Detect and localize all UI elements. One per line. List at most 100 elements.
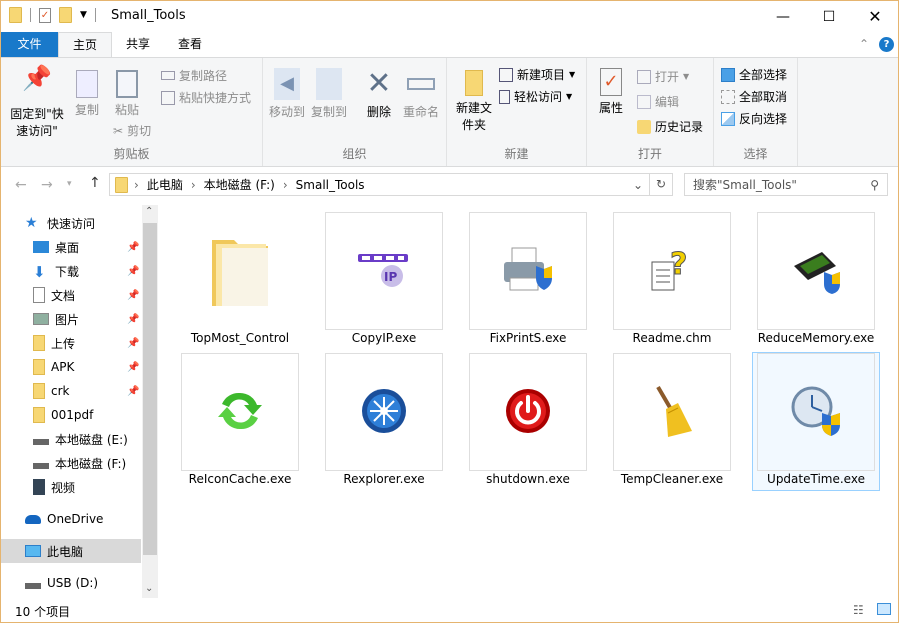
pin-icon[interactable]: 📌	[127, 362, 139, 373]
tab-home[interactable]: 主页	[58, 32, 113, 57]
pin-icon[interactable]: 📌	[127, 386, 139, 397]
divider	[30, 8, 31, 22]
dropdown-icon: ▼	[683, 72, 690, 81]
file-thumbnail[interactable]	[181, 353, 299, 471]
scrollbar-thumb[interactable]	[143, 223, 157, 555]
file-thumbnail[interactable]	[181, 212, 299, 330]
up-button[interactable]: ↑	[89, 175, 101, 191]
back-button[interactable]: ←	[15, 177, 27, 193]
address-bar[interactable]: › 此电脑 › 本地磁盘 (F:) › Small_Tools ⌄	[109, 173, 650, 196]
nav-item[interactable]: 本地磁盘 (E:)	[1, 427, 141, 451]
customize-dropdown-icon[interactable]: ▼	[80, 10, 87, 20]
rename-button[interactable]: 重命名	[399, 68, 443, 121]
new-folder-icon[interactable]	[59, 7, 72, 23]
recent-locations-icon[interactable]: ▾	[67, 179, 72, 189]
nav-item[interactable]: 文档 📌	[1, 283, 141, 307]
nav-item[interactable]: USB (D:)	[1, 571, 141, 595]
nav-item[interactable]: 图片 📌	[1, 307, 141, 331]
pin-quick-access-button[interactable]: 📌 固定到"快速访问"	[7, 64, 67, 140]
tab-share[interactable]: 共享	[112, 32, 164, 57]
tab-file[interactable]: 文件	[1, 32, 58, 57]
forward-button[interactable]: →	[41, 177, 53, 193]
edit-button[interactable]: 编辑	[637, 93, 679, 110]
nav-item[interactable]: 桌面 📌	[1, 235, 141, 259]
file-thumbnail[interactable]	[757, 353, 875, 471]
select-none-button[interactable]: 全部取消	[721, 88, 787, 105]
select-all-button[interactable]: 全部选择	[721, 66, 787, 83]
open-button[interactable]: 打开 ▼	[637, 68, 689, 85]
label: 删除	[366, 105, 391, 119]
nav-item[interactable]: APK 📌	[1, 355, 141, 379]
file-name: Rexplorer.exe	[343, 472, 425, 486]
properties-button[interactable]: ✓ 属性	[593, 68, 629, 117]
scroll-up-icon[interactable]: ⌃	[145, 206, 153, 217]
tab-view[interactable]: 查看	[164, 32, 216, 57]
search-input[interactable]: 搜索"Small_Tools" ⚲	[684, 173, 888, 196]
nav-item[interactable]: 上传 📌	[1, 331, 141, 355]
pin-icon[interactable]: 📌	[127, 242, 139, 253]
pin-icon: 📌	[22, 64, 52, 92]
pictures-icon	[33, 313, 49, 325]
breadcrumb-drive-f[interactable]: 本地磁盘 (F:)	[204, 176, 275, 193]
copy-path-button[interactable]: 复制路径	[161, 67, 227, 84]
invert-selection-button[interactable]: 反向选择	[721, 110, 787, 127]
pin-icon[interactable]: 📌	[127, 314, 139, 325]
navigation-pane: ★ 快速访问 桌面 📌 ⬇ 下载 📌 文档 📌 图片 📌 上传 📌 APK 📌 crk 📌 001pdf 本地磁盘 …	[1, 205, 158, 598]
cut-button[interactable]: ✂ 剪切	[113, 122, 151, 139]
label: 反向选择	[739, 112, 788, 126]
file-name: TempCleaner.exe	[620, 472, 724, 486]
properties-icon[interactable]: ✓	[39, 7, 51, 23]
paste-shortcut-button[interactable]: 粘贴快捷方式	[161, 89, 251, 106]
nav-item[interactable]: 此电脑	[1, 539, 141, 563]
move-to-button[interactable]: ◀ 移动到	[267, 68, 307, 121]
paste-button[interactable]: 粘贴	[109, 70, 145, 119]
window-title: Small_Tools	[111, 8, 186, 23]
file-thumbnail[interactable]	[757, 212, 875, 330]
file-thumbnail[interactable]	[469, 353, 587, 471]
breadcrumb-small-tools[interactable]: Small_Tools	[296, 178, 365, 192]
chevron-down-icon[interactable]: ⌄	[633, 178, 643, 192]
maximize-button[interactable]: ☐	[806, 1, 852, 32]
nav-item[interactable]: OneDrive	[1, 507, 141, 531]
scroll-down-icon[interactable]: ⌄	[145, 583, 153, 594]
ram-shield-icon	[790, 246, 842, 297]
close-button[interactable]: ✕	[852, 1, 898, 32]
nav-item[interactable]: ★ 快速访问	[1, 211, 141, 235]
copy-icon	[76, 70, 98, 98]
history-button[interactable]: 历史记录	[637, 118, 703, 135]
pin-icon[interactable]: 📌	[127, 266, 139, 277]
label: 新建文件夹	[455, 101, 492, 132]
new-item-button[interactable]: 新建项目 ▼	[499, 66, 575, 83]
collapse-ribbon-icon[interactable]: ⌃	[859, 37, 869, 51]
large-icons-view-icon[interactable]	[877, 603, 891, 615]
file-thumbnail[interactable]: ?	[613, 212, 731, 330]
file-thumbnail[interactable]: IP	[325, 212, 443, 330]
nav-item[interactable]: 001pdf	[1, 403, 141, 427]
file-thumbnail[interactable]	[613, 353, 731, 471]
minimize-button[interactable]: —	[760, 1, 806, 32]
copy-to-button[interactable]: 复制到	[309, 68, 349, 121]
new-folder-button[interactable]: 新建文件夹	[453, 70, 495, 134]
nav-item-label: 视频	[51, 480, 76, 495]
details-view-icon[interactable]: ☷	[853, 603, 864, 617]
breadcrumb-this-pc[interactable]: 此电脑	[147, 176, 183, 193]
help-doc-icon: ?	[648, 246, 696, 297]
nav-item[interactable]: ⬇ 下载 📌	[1, 259, 141, 283]
desktop-icon	[33, 241, 49, 253]
help-icon[interactable]: ?	[879, 37, 894, 52]
refresh-button[interactable]: ↻	[650, 173, 673, 196]
new-folder-icon	[465, 70, 483, 96]
copy-button[interactable]: 复制	[69, 70, 105, 119]
nav-item[interactable]: 视频	[1, 475, 141, 499]
group-label: 新建	[504, 147, 529, 161]
divider	[94, 8, 96, 22]
file-thumbnail[interactable]	[325, 353, 443, 471]
nav-item[interactable]: 本地磁盘 (F:)	[1, 451, 141, 475]
delete-button[interactable]: ✕ 删除	[361, 68, 397, 121]
pin-icon[interactable]: 📌	[127, 290, 139, 301]
pin-icon[interactable]: 📌	[127, 338, 139, 349]
file-thumbnail[interactable]	[469, 212, 587, 330]
easy-access-button[interactable]: 轻松访问 ▼	[499, 88, 572, 105]
folder-icon	[115, 176, 128, 193]
nav-item[interactable]: crk 📌	[1, 379, 141, 403]
